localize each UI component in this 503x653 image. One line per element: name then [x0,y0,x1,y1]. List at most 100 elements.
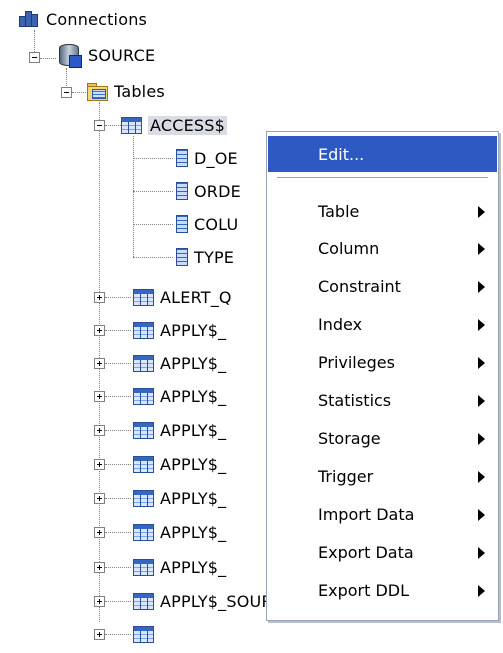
tree-node-table[interactable]: APPLY$_ [133,521,226,543]
column-label: D_OE [194,148,238,168]
tree-node-table[interactable]: APPLY$_ [133,419,226,441]
submenu-arrow-icon [478,242,485,255]
menu-item-label: Export DDL [318,581,410,600]
tree-guide-col-2 [133,191,173,192]
tree-guide-col-4 [133,257,173,258]
tree-node-column[interactable]: COLU [176,213,238,235]
table-expand-toggle[interactable] [94,358,105,369]
tree-node-table[interactable] [133,623,160,645]
table-icon [133,592,154,610]
table-icon [133,321,154,339]
tree-node-table[interactable]: ALERT_Q [133,286,232,308]
tree-guide-col-1 [133,158,173,159]
tree-guide-table-7 [105,498,131,499]
tree-node-connections[interactable]: Connections [18,8,147,30]
submenu-arrow-icon [478,356,485,369]
table-expand-toggle[interactable] [94,596,105,607]
menu-item-export-ddl[interactable]: Export DDL [268,572,497,609]
tree-guide-table-11 [105,634,131,635]
table-expand-toggle[interactable] [94,391,105,402]
submenu-arrow-icon [478,394,485,407]
menu-item-statistics[interactable]: Statistics [268,382,497,419]
menu-item-trigger[interactable]: Trigger [268,458,497,495]
tree-node-tables[interactable]: Tables [86,80,165,102]
tree-guide-table-9 [105,567,131,568]
table-expand-toggle[interactable] [94,493,105,504]
tables-folder-icon [86,82,108,101]
table-expand-toggle[interactable] [94,562,105,573]
menu-item-edit[interactable]: Edit... [268,136,497,172]
menu-item-export-data[interactable]: Export Data [268,534,497,571]
tables-collapse-toggle[interactable] [61,87,72,98]
source-label: SOURCE [88,45,156,65]
table-label: APPLY$_ [160,320,227,340]
table-icon [121,116,142,134]
menu-item-label: Column [318,239,380,258]
column-label: ORDE [194,181,241,201]
tree-node-source[interactable]: SOURCE [56,42,156,68]
tree-node-table[interactable]: APPLY$_ [133,319,226,341]
column-label: COLU [194,214,239,234]
menu-item-import-data[interactable]: Import Data [268,496,497,533]
submenu-arrow-icon [478,205,485,218]
menu-item-label: Trigger [318,467,374,486]
table-icon [133,625,154,643]
tree-node-table[interactable]: APPLY$_ [133,385,226,407]
tree-guide-access [105,125,121,126]
tree-guide-table-3 [105,363,131,364]
menu-item-label: Edit... [318,144,365,164]
access-collapse-toggle[interactable] [94,120,105,131]
database-connection-icon [56,42,82,68]
source-collapse-toggle[interactable] [29,52,40,63]
column-icon [176,182,188,200]
column-icon [176,248,188,266]
table-icon [133,288,154,306]
menu-item-table[interactable]: Table [268,193,497,230]
tree-node-access-table[interactable]: ACCESS$ [121,114,228,136]
tree-guide-table-6 [105,464,131,465]
tree-guide-col-3 [133,224,173,225]
tree-node-column[interactable]: D_OE [176,147,238,169]
menu-item-label: Export Data [318,543,414,562]
submenu-arrow-icon [478,508,485,521]
submenu-arrow-icon [478,318,485,331]
table-expand-toggle[interactable] [94,629,105,640]
tree-node-table[interactable]: APPLY$_ [133,487,226,509]
table-label: APPLY$_ [160,353,227,373]
table-expand-toggle[interactable] [94,325,105,336]
table-label: ALERT_Q [160,287,232,307]
table-expand-toggle[interactable] [94,527,105,538]
tree-guide-table-10 [105,601,131,602]
tree-node-column[interactable]: TYPE [176,246,234,268]
table-label: APPLY$_ [160,386,227,406]
submenu-arrow-icon [478,280,485,293]
table-label: APPLY$_ [160,420,227,440]
tree-node-column[interactable]: ORDE [176,180,241,202]
column-label: TYPE [194,247,235,267]
menu-item-label: Storage [318,429,381,448]
menu-item-label: Index [318,315,363,334]
tree-guide-table-4 [105,396,131,397]
menu-item-column[interactable]: Column [268,230,497,267]
connections-label: Connections [46,9,148,29]
submenu-arrow-icon [478,470,485,483]
table-label: APPLY$_ [160,522,227,542]
table-label: APPLY$_ [160,557,227,577]
tree-node-table[interactable]: APPLY$_ [133,352,226,374]
menu-item-storage[interactable]: Storage [268,420,497,457]
tree-guide-table-5 [105,430,131,431]
menu-item-constraint[interactable]: Constraint [268,268,497,305]
tree-guide-access-children [133,136,134,257]
column-icon [176,149,188,167]
tree-node-table[interactable]: APPLY$_ [133,556,226,578]
column-icon [176,215,188,233]
menu-item-label: Privileges [318,353,395,372]
table-expand-toggle[interactable] [94,292,105,303]
table-expand-toggle[interactable] [94,459,105,470]
menu-item-index[interactable]: Index [268,306,497,343]
tree-guide-table-8 [105,532,131,533]
menu-item-privileges[interactable]: Privileges [268,344,497,381]
table-expand-toggle[interactable] [94,425,105,436]
tree-guide-source [40,58,56,59]
tree-node-table[interactable]: APPLY$_ [133,453,226,475]
